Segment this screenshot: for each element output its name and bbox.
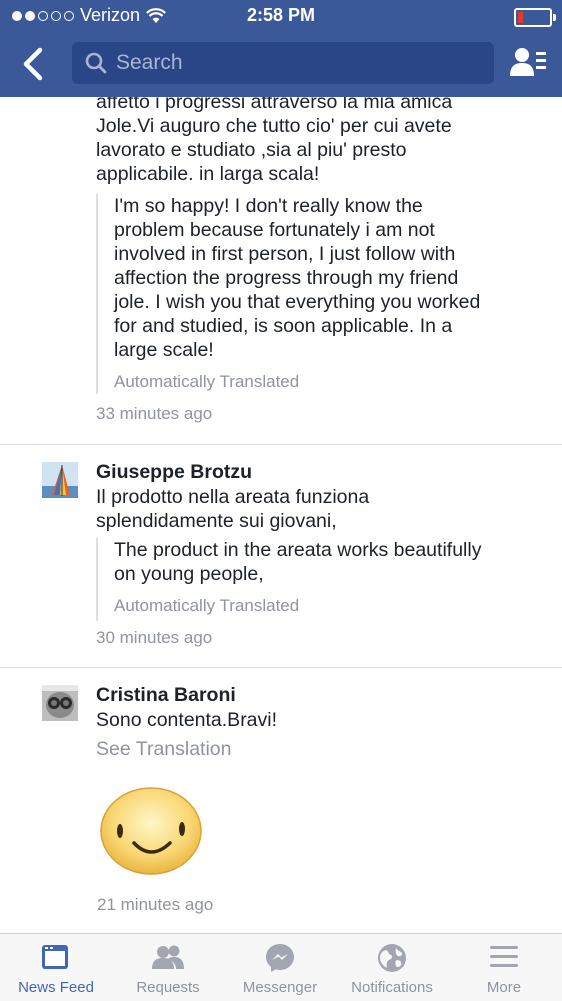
auto-translated-label: Automatically Translated <box>114 596 300 615</box>
translation-text: The product in the areata works beautifu… <box>114 539 482 585</box>
battery-icon <box>514 8 556 27</box>
comment-author[interactable]: Giuseppe Brotzu <box>96 461 252 484</box>
search-icon <box>85 52 107 74</box>
status-time: 2:58 PM <box>246 5 316 25</box>
tab-messenger[interactable]: Messenger <box>224 934 336 1001</box>
translation-text: I'm so happy! I don't really know the pr… <box>114 195 481 361</box>
comment-text: affetto i progressi attraverso la mia am… <box>96 97 453 185</box>
tab-requests[interactable]: Requests <box>112 934 224 1001</box>
translation-block: I'm so happy! I don't really know the pr… <box>96 194 480 394</box>
back-arrow-icon[interactable] <box>16 44 52 84</box>
smiley-sticker-icon <box>100 787 202 875</box>
requests-icon <box>152 945 184 969</box>
comment-timestamp[interactable]: 33 minutes ago <box>96 404 212 424</box>
see-translation-link[interactable]: See Translation <box>96 738 232 761</box>
bottom-tab-bar: News Feed Requests Messenger Notificatio… <box>0 933 562 1001</box>
divider <box>0 444 562 445</box>
tab-news-feed[interactable]: News Feed <box>0 934 112 1001</box>
notifications-icon <box>378 944 406 972</box>
auto-translated-label: Automatically Translated <box>114 372 300 391</box>
more-icon <box>490 946 518 967</box>
messenger-icon <box>266 944 294 972</box>
tab-label: Requests <box>136 979 200 996</box>
tab-label: News Feed <box>18 979 94 996</box>
comment-text: Sono contenta.Bravi! <box>96 709 278 731</box>
avatar-image <box>42 685 78 721</box>
search-input[interactable]: Search <box>72 42 494 84</box>
news-feed-icon <box>42 945 68 969</box>
tab-label: Notifications <box>351 979 433 996</box>
tab-label: Messenger <box>242 979 318 996</box>
tab-more[interactable]: More <box>448 934 560 1001</box>
tab-label: More <box>486 979 522 996</box>
avatar[interactable] <box>42 462 78 498</box>
top-bar: Verizon 2:58 PM Search <box>0 0 562 97</box>
divider <box>0 667 562 668</box>
comment-timestamp[interactable]: 21 minutes ago <box>97 895 213 915</box>
avatar-image <box>42 462 78 498</box>
comments-list: affetto i progressi attraverso la mia am… <box>0 97 562 933</box>
avatar[interactable] <box>42 685 78 721</box>
comment-text: Il prodotto nella areata funziona splend… <box>96 486 370 532</box>
comment-author[interactable]: Cristina Baroni <box>96 684 236 707</box>
tab-notifications[interactable]: Notifications <box>336 934 448 1001</box>
status-bar: Verizon 2:58 PM <box>0 0 562 32</box>
translation-block: The product in the areata works beautifu… <box>96 538 481 621</box>
search-placeholder: Search <box>116 51 183 74</box>
friends-list-icon[interactable] <box>510 46 546 78</box>
comment-timestamp[interactable]: 30 minutes ago <box>96 628 212 648</box>
